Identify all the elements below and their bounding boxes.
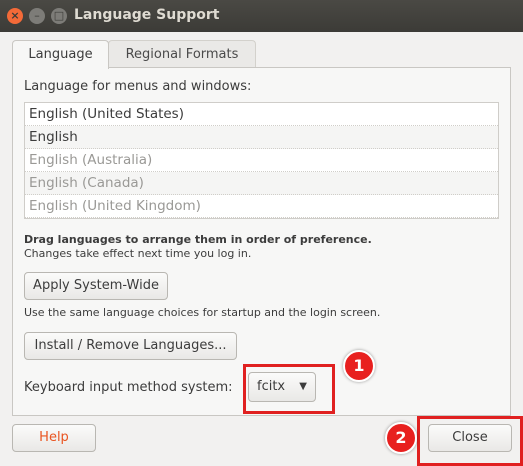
annotation-box-1 — [243, 364, 335, 414]
list-item[interactable]: English (Canada) — [25, 172, 498, 195]
window-maximize-button[interactable]: □ — [51, 8, 67, 24]
input-method-label: Keyboard input method system: — [24, 380, 233, 395]
install-remove-languages-button[interactable]: Install / Remove Languages... — [24, 332, 237, 360]
language-list[interactable]: English (United States) English English … — [24, 102, 499, 219]
drag-hint: Drag languages to arrange them in order … — [24, 233, 372, 246]
apply-hint: Use the same language choices for startu… — [24, 306, 381, 319]
list-item[interactable]: English (United Kingdom) — [25, 195, 498, 218]
list-item[interactable]: English — [25, 126, 498, 149]
apply-system-wide-button[interactable]: Apply System-Wide — [24, 272, 168, 300]
tab-language[interactable]: Language — [12, 40, 109, 69]
language-heading: Language for menus and windows: — [24, 79, 252, 94]
window-minimize-button[interactable]: – — [29, 8, 45, 24]
annotation-box-2 — [417, 416, 523, 466]
window-close-button[interactable]: × — [7, 8, 23, 24]
annotation-marker-1: 1 — [343, 350, 375, 382]
list-item[interactable]: English (United States) — [25, 103, 498, 126]
list-item[interactable]: English (Australia) — [25, 149, 498, 172]
tab-regional-formats[interactable]: Regional Formats — [108, 40, 256, 69]
annotation-marker-2: 2 — [385, 422, 417, 454]
title-bar: × – □ Language Support — [0, 0, 523, 32]
help-button[interactable]: Help — [12, 424, 96, 452]
window-title: Language Support — [74, 7, 220, 23]
effect-hint: Changes take effect next time you log in… — [24, 247, 252, 260]
